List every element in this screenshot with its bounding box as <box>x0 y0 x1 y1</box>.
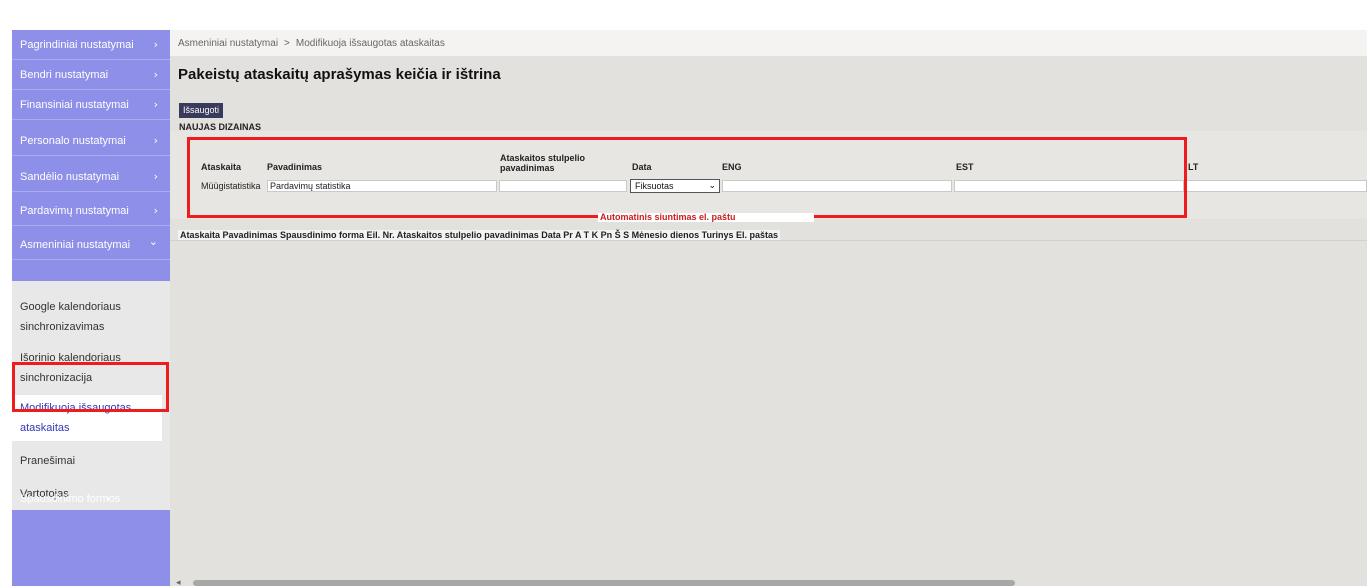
highlight-box-sidebar <box>12 362 169 412</box>
sidebar-item-pagrindiniai[interactable]: Pagrindiniai nustatymai › <box>12 30 170 60</box>
sidebar: Pagrindiniai nustatymai › Bendri nustaty… <box>12 30 170 586</box>
breadcrumb-separator: > <box>284 37 290 49</box>
sidebar-item-label: Asmeniniai nustatymai <box>20 238 131 251</box>
main-panel <box>170 30 1367 586</box>
sidebar-subitem-notifications[interactable]: Pranešimai <box>12 451 170 471</box>
scroll-left-icon[interactable]: ◂ <box>176 577 181 586</box>
chevron-right-icon: › <box>153 204 158 217</box>
sidebar-item-label: Pardavimų nustatymai <box>20 204 129 217</box>
sidebar-subitem-google-calendar[interactable]: Google kalendoriaus sinchronizavimas <box>12 297 152 337</box>
sidebar-item-spausdinimo[interactable]: Spausdinimo formos › <box>12 484 170 514</box>
sidebar-item-label: Bendri nustatymai <box>20 68 109 81</box>
chevron-right-icon: › <box>153 38 158 51</box>
header-lt: LT <box>1188 162 1199 172</box>
breadcrumb-current: Modifikuoja išsaugotas ataskaitas <box>295 37 445 49</box>
chevron-right-icon: › <box>153 170 158 183</box>
sidebar-item-label: Personalo nustatymai <box>20 134 126 147</box>
sidebar-item-pardavimu[interactable]: Pardavimų nustatymai › <box>12 196 170 226</box>
lt-input[interactable] <box>1186 180 1367 192</box>
chevron-right-icon: › <box>105 492 110 505</box>
sidebar-item-label: Sandėlio nustatymai <box>20 170 120 183</box>
sidebar-item-bendri[interactable]: Bendri nustatymai › <box>12 60 170 90</box>
schedule-table-header: Ataskaita Pavadinimas Spausdinimo forma … <box>178 230 781 240</box>
save-button[interactable]: Išsaugoti <box>179 103 224 118</box>
sidebar-item-finansiniai[interactable]: Finansiniai nustatymai › <box>12 90 170 120</box>
sidebar-item-label: Finansiniai nustatymai <box>20 98 129 111</box>
sidebar-item-personalo[interactable]: Personalo nustatymai › <box>12 126 170 156</box>
scrollbar-thumb[interactable] <box>193 580 1015 586</box>
chevron-down-icon: ⌄ <box>148 235 158 248</box>
page-title: Pakeistų ataskaitų aprašymas keičia ir i… <box>178 66 501 83</box>
divider <box>170 240 1367 241</box>
breadcrumb-parent[interactable]: Asmeniniai nustatymai <box>178 38 278 49</box>
sidebar-item-label: Pagrindiniai nustatymai <box>20 38 134 51</box>
chevron-right-icon: › <box>153 98 158 111</box>
chevron-right-icon: › <box>153 68 158 81</box>
chevron-right-icon: › <box>153 134 158 147</box>
breadcrumb: Asmeniniai nustatymai > Modifikuoja išsa… <box>170 30 1367 56</box>
auto-send-title: Automatinis siuntimas el. paštu <box>598 213 814 222</box>
sidebar-item-asmeniniai[interactable]: Asmeniniai nustatymai ⌄ <box>12 230 170 260</box>
app-root: Pagrindiniai nustatymai › Bendri nustaty… <box>0 0 1367 586</box>
highlight-box-form <box>187 137 1187 218</box>
sidebar-item-sandelio[interactable]: Sandėlio nustatymai › <box>12 162 170 192</box>
